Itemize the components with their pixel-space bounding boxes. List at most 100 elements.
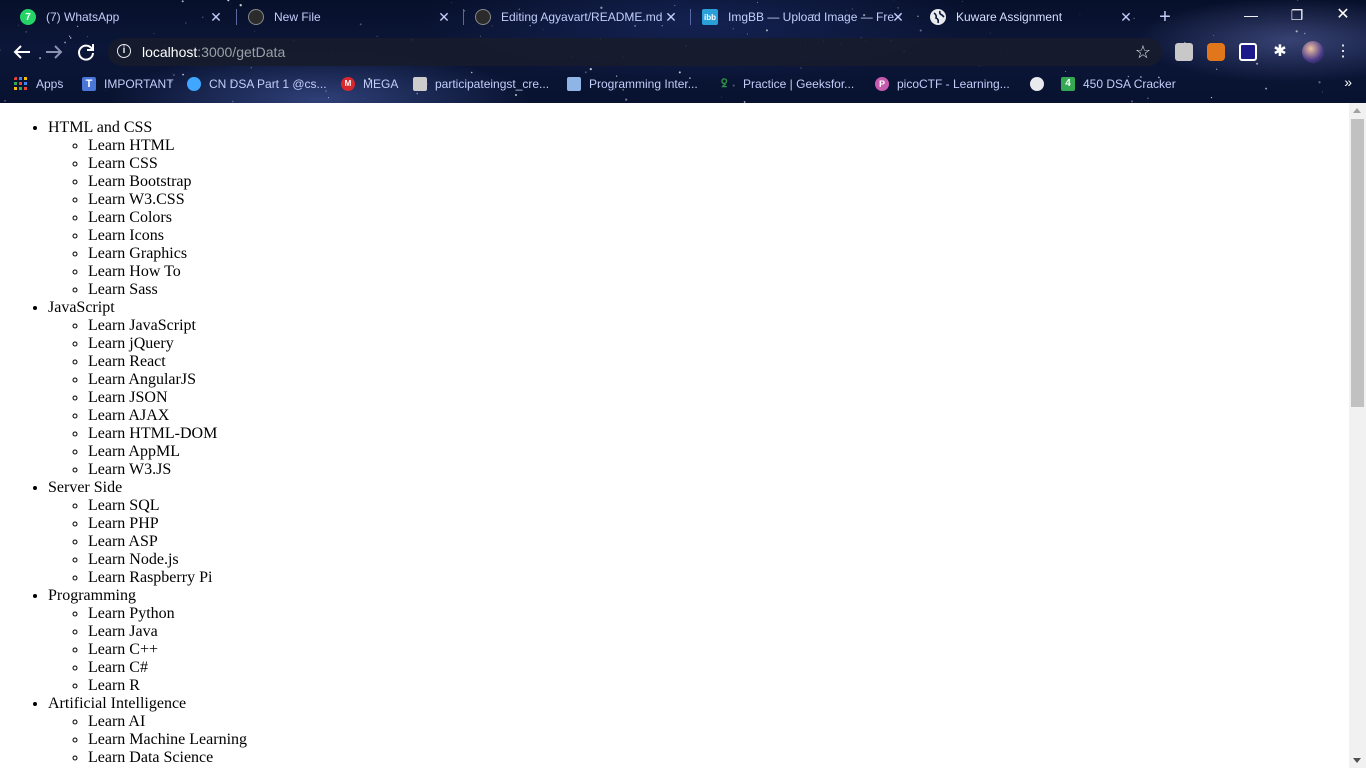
extension-screen-icon[interactable] (1239, 43, 1257, 61)
bookmark-label: Apps (36, 77, 64, 91)
scrollbar-thumb[interactable] (1351, 119, 1364, 407)
course-item: Learn Icons (88, 227, 1349, 245)
bookmark-star-icon[interactable]: ☆ (1132, 41, 1154, 63)
category-name: HTML and CSS (48, 119, 153, 136)
course-item: Learn AJAX (88, 407, 1349, 425)
metamask-fox-icon[interactable] (1207, 43, 1225, 61)
info-icon[interactable]: i (117, 44, 131, 58)
scroll-up-arrow-icon[interactable] (1353, 108, 1361, 113)
category-name: Programming (48, 587, 136, 604)
course-item: Learn CSS (88, 155, 1349, 173)
course-item: Learn Sass (88, 281, 1349, 299)
tab-title: ImgBB — Upload Image — Free (728, 10, 894, 24)
bookmark-label: IMPORTANT (104, 77, 174, 91)
category-item: JavaScript Learn JavaScript Learn jQuery… (48, 299, 1349, 479)
page-scrollbar[interactable] (1349, 103, 1366, 768)
close-icon[interactable]: ✕ (208, 9, 224, 25)
apps-grid-icon (14, 77, 27, 90)
close-icon[interactable]: ✕ (1118, 9, 1134, 25)
layers-icon (567, 77, 581, 91)
browser-chrome: 7 (7) WhatsApp ✕ New File ✕ Editing Agya… (0, 0, 1366, 103)
course-list: Learn Python Learn Java Learn C++ Learn … (48, 605, 1349, 695)
typora-icon: T (82, 77, 96, 91)
course-item: Learn W3.JS (88, 461, 1349, 479)
restore-button[interactable]: ❐ (1274, 0, 1320, 30)
course-item: Learn Bootstrap (88, 173, 1349, 191)
course-item: Learn JSON (88, 389, 1349, 407)
course-item: Learn AppML (88, 443, 1349, 461)
tab-title: Kuware Assignment (956, 10, 1063, 24)
course-item: Learn jQuery (88, 335, 1349, 353)
scroll-down-arrow-icon[interactable] (1353, 758, 1361, 763)
bookmark-cn-dsa[interactable]: CN DSA Part 1 @cs... (187, 72, 327, 96)
tab-imgbb[interactable]: ibb ImgBB — Upload Image — Free ✕ (690, 0, 916, 34)
tab-whatsapp[interactable]: 7 (7) WhatsApp ✕ (8, 0, 234, 34)
globe-icon (930, 9, 946, 25)
course-item: Learn Colors (88, 209, 1349, 227)
puzzle-icon[interactable]: ✱ (1271, 43, 1289, 61)
new-tab-button[interactable]: + (1155, 7, 1175, 27)
course-item: Learn Data Science (88, 749, 1349, 767)
imgbb-icon: ibb (702, 9, 718, 25)
url-path: :3000/getData (197, 44, 286, 60)
arrow-left-icon (13, 45, 30, 59)
tab-title: (7) WhatsApp (46, 10, 120, 24)
course-item: Learn Python (88, 605, 1349, 623)
bookmark-geeksforgeeks[interactable]: ꝿ Practice | Geeksfor... (721, 72, 854, 96)
category-list: HTML and CSS Learn HTML Learn CSS Learn … (0, 119, 1349, 767)
course-item: Learn Raspberry Pi (88, 569, 1349, 587)
picoctf-icon: P (875, 77, 889, 91)
star (327, 97, 330, 99)
bookmark-label: 450 DSA Cracker (1083, 77, 1176, 91)
number-four-icon: 4 (1061, 77, 1075, 91)
globe-icon (1030, 77, 1044, 91)
close-icon[interactable]: ✕ (436, 9, 452, 25)
course-item: Learn ASP (88, 533, 1349, 551)
course-item: Learn SQL (88, 497, 1349, 515)
category-name: Server Side (48, 479, 123, 496)
bookmark-programming-inter[interactable]: Programming Inter... (567, 72, 698, 96)
course-item: Learn AngularJS (88, 371, 1349, 389)
course-item: Learn PHP (88, 515, 1349, 533)
tab-strip: 7 (7) WhatsApp ✕ New File ✕ Editing Agya… (0, 0, 1366, 34)
tab-kuware-assignment[interactable]: Kuware Assignment ✕ (918, 0, 1144, 34)
tab-title: Editing Agyavart/README.md (501, 10, 663, 24)
address-bar[interactable]: i localhost:3000/getData ☆ (108, 38, 1162, 66)
course-item: Learn Graphics (88, 245, 1349, 263)
extension-hand-icon[interactable] (1175, 43, 1193, 61)
bookmark-apps[interactable]: Apps (14, 72, 63, 96)
category-name: JavaScript (48, 299, 115, 316)
star (4, 99, 6, 102)
course-item: Learn JavaScript (88, 317, 1349, 335)
bookmark-important[interactable]: T IMPORTANT (82, 72, 174, 96)
course-item: Learn React (88, 353, 1349, 371)
close-icon[interactable]: ✕ (663, 9, 679, 25)
close-icon[interactable]: ✕ (890, 9, 906, 25)
bookmark-globe[interactable] (1030, 72, 1052, 96)
whatsapp-icon: 7 (20, 9, 36, 25)
avatar[interactable] (1302, 41, 1324, 63)
bookmark-participateingst[interactable]: participateingst_cre... (413, 72, 549, 96)
course-item: Learn Machine Learning (88, 731, 1349, 749)
forward-button[interactable] (42, 40, 66, 64)
back-button[interactable] (10, 40, 34, 64)
course-item: Learn How To (88, 263, 1349, 281)
more-menu-icon[interactable]: ⋮ (1334, 43, 1352, 61)
category-item: Artificial Intelligence Learn AI Learn M… (48, 695, 1349, 767)
bookmark-picoctf[interactable]: P picoCTF - Learning... (875, 72, 1010, 96)
geeksforgeeks-icon: ꝿ (721, 78, 728, 90)
course-list: Learn JavaScript Learn jQuery Learn Reac… (48, 317, 1349, 479)
course-item: Learn HTML-DOM (88, 425, 1349, 443)
tab-new-file[interactable]: New File ✕ (236, 0, 462, 34)
close-window-button[interactable]: ✕ (1320, 0, 1366, 30)
bookmark-450-dsa-cracker[interactable]: 4 450 DSA Cracker (1061, 72, 1176, 96)
reload-button[interactable] (74, 40, 98, 64)
category-item: HTML and CSS Learn HTML Learn CSS Learn … (48, 119, 1349, 299)
minimize-button[interactable]: — (1228, 0, 1274, 30)
bookmark-mega[interactable]: M MEGA (341, 72, 398, 96)
bookmarks-bar: Apps T IMPORTANT CN DSA Part 1 @cs... M … (0, 72, 1366, 96)
bookmarks-overflow-icon[interactable]: » (1344, 74, 1352, 90)
course-item: Learn R (88, 677, 1349, 695)
course-list: Learn SQL Learn PHP Learn ASP Learn Node… (48, 497, 1349, 587)
tab-editing-readme[interactable]: Editing Agyavart/README.md ✕ (463, 0, 689, 34)
